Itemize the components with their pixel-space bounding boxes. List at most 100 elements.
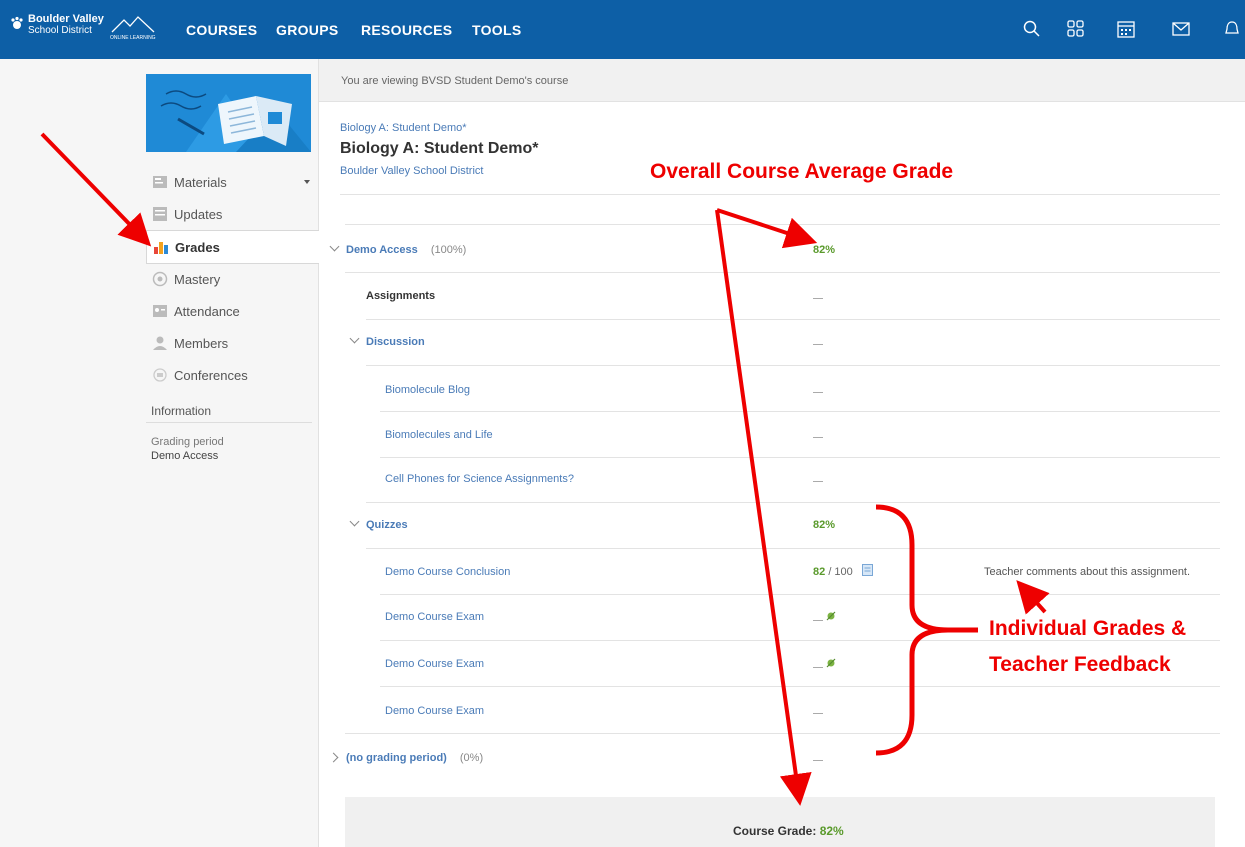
chevron-down-icon[interactable] <box>349 516 360 527</box>
sidebar-item-label: Grades <box>175 240 220 255</box>
divider <box>380 411 1220 412</box>
nav-tools[interactable]: TOOLS <box>472 22 521 38</box>
viewing-notice: You are viewing BVSD Student Demo's cour… <box>341 75 569 87</box>
grading-period-value: Demo Access <box>151 450 219 462</box>
no-grade-dash <box>813 392 823 393</box>
annotation-arrow <box>715 208 818 806</box>
sidebar-item-label: Materials <box>174 175 227 190</box>
divider <box>366 502 1220 503</box>
chevron-right-icon[interactable] <box>328 752 339 763</box>
nav-resources[interactable]: RESOURCES <box>361 22 452 38</box>
nav-groups[interactable]: GROUPS <box>276 22 338 38</box>
course-grade-bar: Course Grade: 82% <box>345 797 1215 847</box>
grades-icon <box>154 242 168 254</box>
annotation-arrow <box>1016 580 1050 615</box>
divider <box>380 457 1220 458</box>
course-grade-label: Course Grade: <box>733 824 817 838</box>
no-grade-dash <box>813 667 823 668</box>
divider <box>366 548 1220 549</box>
no-grade-dash <box>813 298 823 299</box>
divider <box>380 594 1220 595</box>
assignment-demo-course-exam[interactable]: Demo Course Exam <box>385 611 484 623</box>
divider <box>366 365 1220 366</box>
sidebar-item-members[interactable]: Members <box>146 327 318 359</box>
course-grade-value: 82% <box>819 824 844 838</box>
divider <box>380 686 1220 687</box>
no-grading-period-row[interactable]: (no grading period) (0%) <box>346 752 483 764</box>
divider <box>146 422 312 423</box>
book-illustration-icon <box>146 74 311 152</box>
no-grading-period-weight: (0%) <box>459 752 484 764</box>
breadcrumb[interactable]: Biology A: Student Demo* <box>340 122 467 134</box>
district-name-line1: Boulder Valley <box>28 13 104 25</box>
annotation-bracket <box>875 504 978 756</box>
sidebar-item-label: Attendance <box>174 304 240 319</box>
score-max: / 100 <box>828 566 853 578</box>
viewing-notice-bar: You are viewing BVSD Student Demo's cour… <box>319 59 1245 102</box>
calendar-icon[interactable] <box>1116 19 1136 39</box>
quizzes-category[interactable]: Quizzes <box>366 519 408 531</box>
assignment-score: 82 / 100 <box>813 566 853 578</box>
comment-document-icon[interactable] <box>862 564 873 576</box>
sidebar-item-materials[interactable]: Materials <box>146 166 318 198</box>
chevron-down-icon[interactable] <box>349 333 360 344</box>
updates-icon <box>153 207 167 221</box>
no-grade-dash <box>813 713 823 714</box>
divider <box>345 733 1220 734</box>
annotation-overall-average: Overall Course Average Grade <box>650 160 954 183</box>
discussion-category[interactable]: Discussion <box>366 336 425 348</box>
grading-period-label: Grading period <box>151 436 224 448</box>
sidebar-item-mastery[interactable]: Mastery <box>146 263 318 295</box>
grading-period-row[interactable]: Demo Access (100%) <box>346 244 466 256</box>
nav-courses[interactable]: COURSES <box>186 22 257 38</box>
divider <box>345 272 1220 273</box>
search-icon[interactable] <box>1022 19 1042 39</box>
no-grading-period-name[interactable]: (no grading period) <box>346 752 447 764</box>
grading-period-name[interactable]: Demo Access <box>346 244 418 256</box>
sidebar-item-grades[interactable]: Grades <box>146 230 319 264</box>
district-name-line2: School District <box>28 25 92 36</box>
annotation-individual-grades: Individual Grades & <box>989 617 1187 640</box>
quizzes-grade: 82% <box>813 519 836 531</box>
no-grade-dash <box>813 760 823 761</box>
no-grade-dash <box>813 437 823 438</box>
divider <box>340 194 1220 195</box>
assignment-demo-course-conclusion[interactable]: Demo Course Conclusion <box>385 566 510 578</box>
annotation-teacher-feedback: Teacher Feedback <box>989 653 1171 676</box>
members-icon <box>153 336 167 350</box>
assignment-demo-course-exam[interactable]: Demo Course Exam <box>385 658 484 670</box>
online-learning-text: ONLINE LEARNING <box>110 35 156 41</box>
sidebar-item-label: Members <box>174 336 229 351</box>
chevron-down-icon[interactable] <box>329 241 340 252</box>
no-grade-dash <box>813 481 823 482</box>
bell-icon[interactable] <box>1222 19 1242 39</box>
school-link[interactable]: Boulder Valley School District <box>340 165 483 177</box>
mastery-icon <box>152 271 168 287</box>
attendance-icon <box>153 305 167 317</box>
assignment-biomolecules-and-life[interactable]: Biomolecules and Life <box>385 429 493 441</box>
divider <box>345 224 1220 225</box>
sidebar-item-attendance[interactable]: Attendance <box>146 295 318 327</box>
grid-icon[interactable] <box>1066 19 1086 39</box>
assignment-biomolecule-blog[interactable]: Biomolecule Blog <box>385 384 470 396</box>
sidebar-item-conferences[interactable]: Conferences <box>146 359 318 391</box>
information-heading: Information <box>151 404 212 418</box>
materials-icon <box>153 176 167 188</box>
no-grade-dash <box>813 344 823 345</box>
conferences-icon <box>153 368 167 382</box>
no-grade-dash <box>813 620 823 621</box>
assignment-demo-course-exam[interactable]: Demo Course Exam <box>385 705 484 717</box>
paw-logo-icon <box>11 16 23 29</box>
grading-period-grade: 82% <box>813 244 836 256</box>
online-learning-logo[interactable]: ONLINE LEARNING <box>108 14 158 42</box>
mountain-logo-icon: ONLINE LEARNING <box>110 16 156 41</box>
chevron-down-icon <box>304 180 310 184</box>
sidebar-item-updates[interactable]: Updates <box>146 198 318 230</box>
sidebar-item-label: Updates <box>174 207 223 222</box>
course-grade: Course Grade: 82% <box>733 824 844 838</box>
submission-icon <box>826 611 836 621</box>
course-image <box>146 74 311 152</box>
grading-period-weight: (100%) <box>430 244 467 256</box>
mail-icon[interactable] <box>1171 19 1191 39</box>
assignment-cell-phones[interactable]: Cell Phones for Science Assignments? <box>385 473 574 485</box>
